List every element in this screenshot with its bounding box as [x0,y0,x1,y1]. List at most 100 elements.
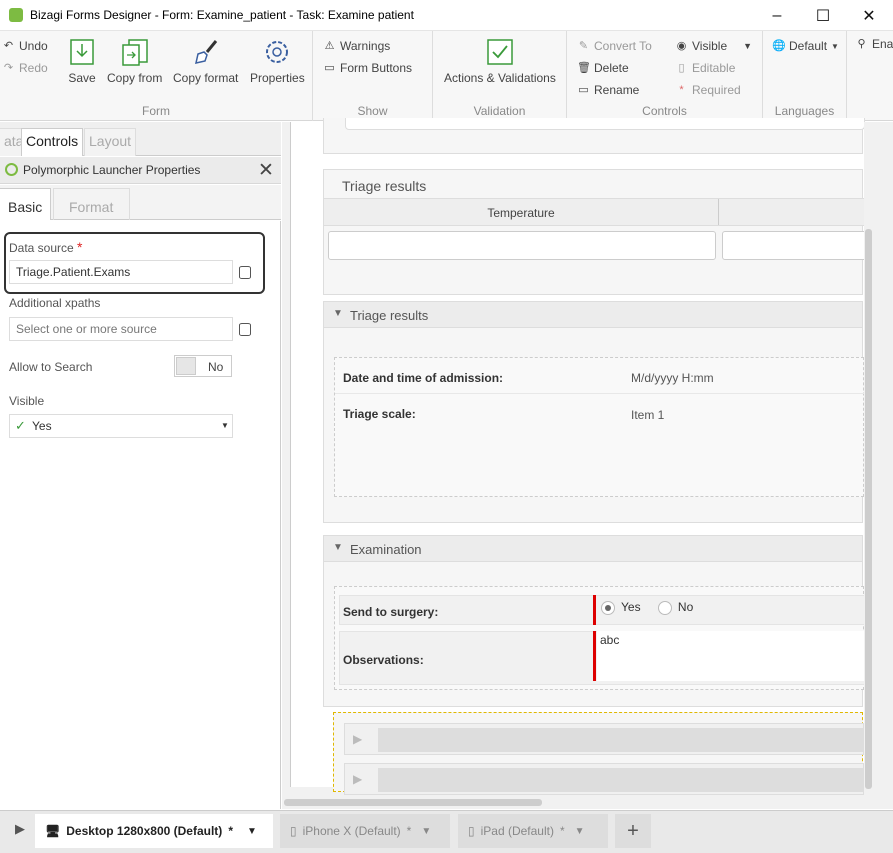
surgery-label: Send to surgery: [343,605,439,619]
undo-button[interactable]: ↶ Undo [2,39,48,53]
grid-cell[interactable] [722,231,872,260]
device-tab-desktop[interactable]: 🖥 Desktop 1280x800 (Default) * ▼ [35,814,273,848]
grid-cell[interactable] [328,231,716,260]
add-device-button[interactable]: + [615,814,651,848]
grid-column-header[interactable]: Temperature [324,199,719,225]
launcher-item[interactable]: ▶ [344,763,865,795]
tablet-icon: ▯ [468,824,475,838]
form-buttons-button[interactable]: ▭ Form Buttons [323,61,412,75]
title-bar: Bizagi Forms Designer - Form: Examine_pa… [0,0,893,31]
launcher-item[interactable]: ▶ [344,723,865,755]
eye-icon: ◉ [676,39,687,52]
tab-format[interactable]: Format [53,188,130,220]
left-tabs: ata Controls Layout [0,122,281,156]
scale-label: Triage scale: [343,407,416,421]
polymorphic-launcher[interactable]: ▶ ▶ [333,712,865,795]
group-label-controls: Controls [642,104,687,118]
group-examination[interactable]: ▼ Examination Send to surgery: Yes No Obs… [323,535,865,707]
visible-label: Visible [9,394,45,408]
properties-body: Data source * Triage.Patient.Exams Addit… [0,221,281,809]
form-group: ↶ Undo ↷ Redo Save Copy from Copy format P… [0,31,313,121]
play-icon[interactable]: ▶ [15,821,25,837]
vertical-scroll-thumb[interactable] [865,229,872,789]
group-label-show: Show [357,104,388,118]
observations-textarea[interactable]: abc [597,631,865,681]
radio-yes[interactable]: Yes [601,600,641,615]
chevron-down-icon: ▼ [574,825,585,837]
copy-from-button[interactable]: Copy from [107,37,162,85]
rename-icon: ▭ [578,83,589,96]
save-button[interactable]: Save [68,37,96,85]
actions-validations-button[interactable]: Actions & Validations [444,37,556,85]
group-label-form: Form [142,104,170,118]
rename-button[interactable]: ▭ Rename [577,83,639,97]
enable-button[interactable]: ⚲ Ena [855,37,893,51]
device-bar: ▶ 🖥 Desktop 1280x800 (Default) * ▼ ▯ iPho… [0,810,893,853]
device-tab-iphone[interactable]: ▯ iPhone X (Default) * ▼ [280,814,450,848]
allow-search-toggle[interactable]: No [174,355,232,377]
properties-header: Polymorphic Launcher Properties ✕ [0,157,281,184]
redo-icon: ↷ [3,61,14,74]
dropdown-arrow-icon: ▼ [743,41,753,51]
chevron-down-icon: ▼ [333,542,343,553]
group-content: Date and time of admission: M/d/yyyy H:m… [334,357,865,497]
close-button[interactable]: ✕ [846,0,892,31]
convert-to-button[interactable]: ✎ Convert To [577,39,652,53]
visible-button[interactable]: ◉ Visible ▼ [675,39,752,53]
minimize-button[interactable]: – [754,0,800,31]
additional-xpaths-input[interactable]: Select one or more source [9,317,233,341]
close-properties-icon[interactable]: ✕ [258,159,274,182]
panel-top [323,118,865,154]
group-label-languages: Languages [774,104,835,118]
grid-header: Temperature [324,198,864,226]
copy-format-button[interactable]: Copy format [173,37,238,85]
polymorphic-launcher-icon [5,163,18,176]
date-label: Date and time of admission: [343,371,504,385]
gear-icon [263,37,291,67]
group-header[interactable]: ▼ Examination [324,536,862,562]
visible-dropdown[interactable]: ✓ Yes ▼ [9,414,233,438]
tab-controls[interactable]: Controls [21,128,84,156]
date-value[interactable]: M/d/yyyy H:mm [631,371,714,385]
maximize-button[interactable]: ☐ [800,0,846,31]
chevron-down-icon: ▼ [246,825,257,837]
group-header[interactable]: ▼ Triage results [324,302,862,328]
dropdown-arrow-icon: ▼ [831,41,839,51]
language-dropdown[interactable]: 🌐 Default ▼ [772,39,839,53]
radio-empty-icon [657,600,672,615]
copy-from-icon [121,37,149,67]
redo-button[interactable]: ↷ Redo [2,61,48,75]
grid-panel[interactable]: Triage results Temperature [323,169,872,295]
trash-icon: 🗑 [577,61,591,74]
save-icon [68,37,96,67]
edit-icon: ▯ [678,61,685,74]
validation-group: Actions & Validations Validation [433,31,567,121]
tab-layout[interactable]: Layout [84,128,137,156]
delete-button[interactable]: 🗑 Delete [577,61,629,75]
radio-no[interactable]: No [657,600,693,615]
chevron-down-icon: ▼ [421,825,432,837]
required-button[interactable]: * Required [675,83,740,97]
window-title: Bizagi Forms Designer - Form: Examine_pa… [30,8,414,22]
grid-title: Triage results [342,178,427,194]
allow-search-label: Allow to Search [9,360,93,374]
highlight-frame [4,232,265,294]
horizontal-scroll-thumb[interactable] [284,799,542,806]
form-buttons-icon: ▭ [324,61,335,74]
scale-value[interactable]: Item 1 [631,408,664,422]
monitor-icon: 🖥 [45,824,61,838]
group-label-validation: Validation [473,104,526,118]
tab-basic[interactable]: Basic [0,188,52,220]
checkbox-icon [486,37,514,67]
editable-button[interactable]: ▯ Editable [675,61,735,75]
properties-title: Polymorphic Launcher Properties [23,163,201,177]
device-tab-ipad[interactable]: ▯ iPad (Default) * ▼ [458,814,608,848]
required-marker [593,631,596,681]
database-add-icon[interactable] [239,323,251,336]
warning-icon: ⚠ [324,39,335,52]
languages-group: 🌐 Default ▼ Languages [763,31,847,121]
wrench-icon: ✎ [578,39,589,52]
group-triage[interactable]: ▼ Triage results Date and time of admissi… [323,301,865,523]
properties-button[interactable]: Properties [250,37,305,85]
warnings-button[interactable]: ⚠ Warnings [323,39,391,53]
